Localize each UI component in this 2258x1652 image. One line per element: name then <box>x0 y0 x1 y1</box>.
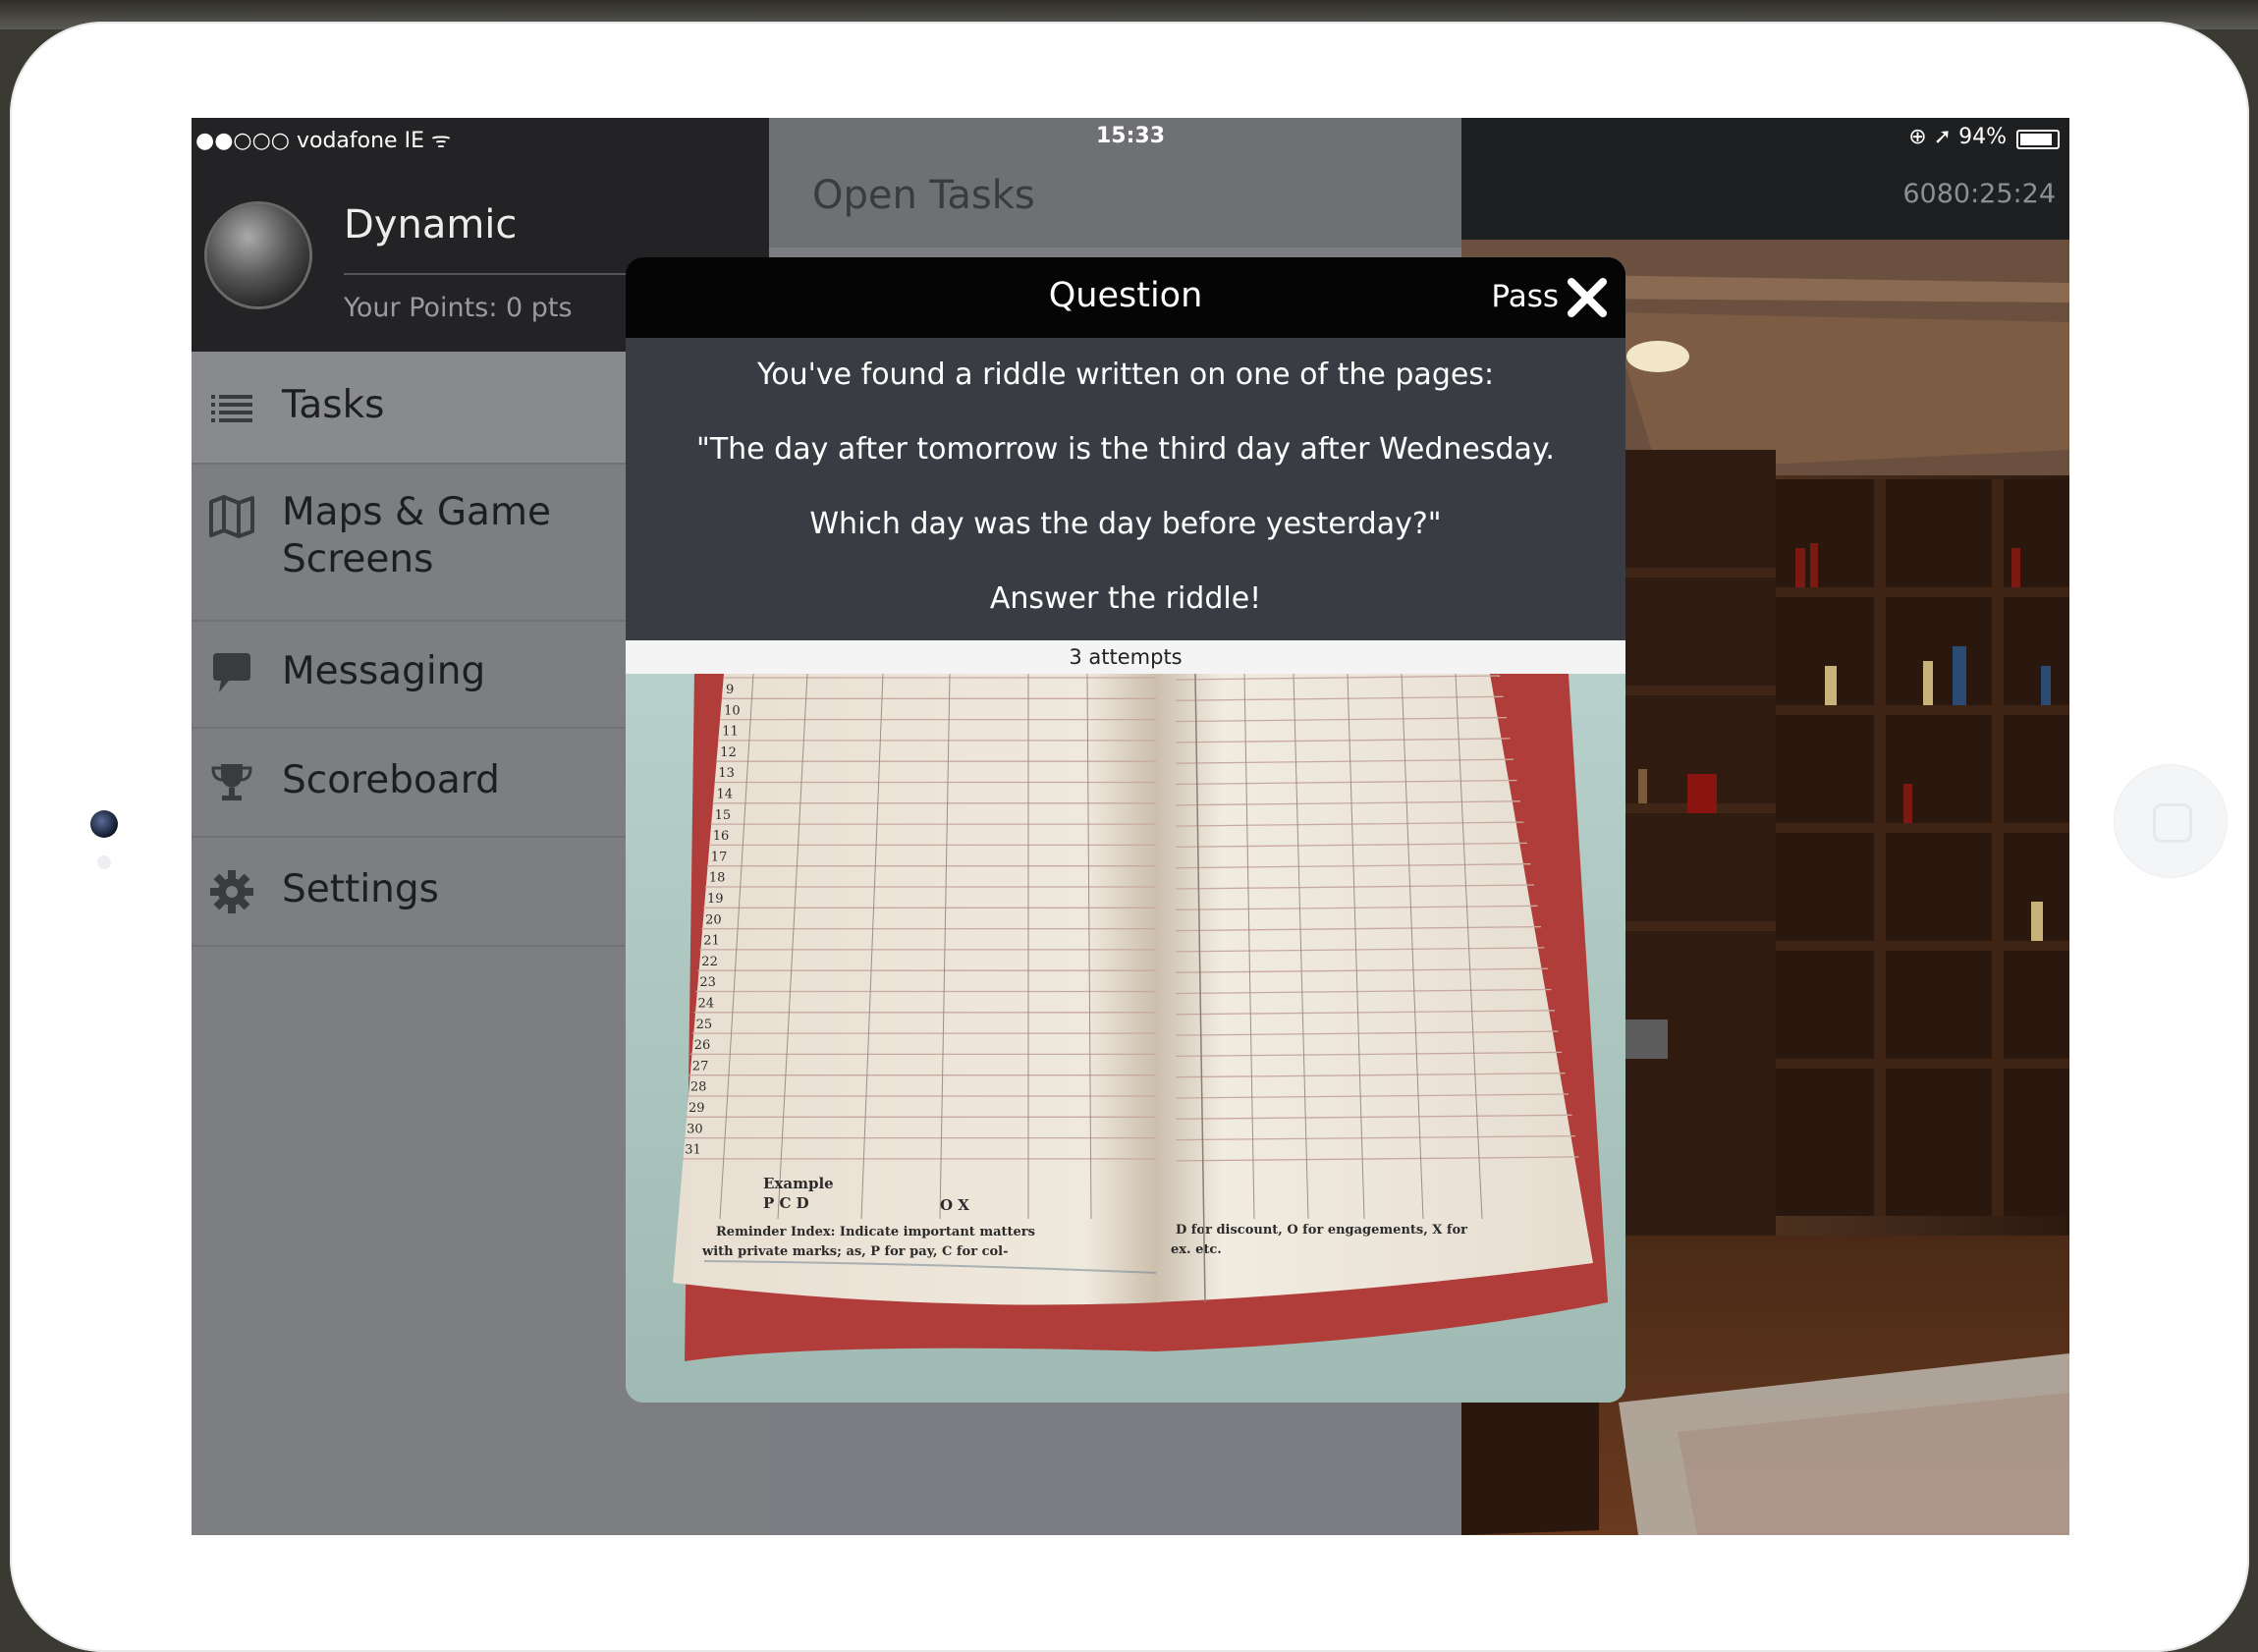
ledger-photo: 9 10 11 12 13 14 15 16 17 18 19 20 21 22 23 24 25 26 27 28 2… <box>626 674 1625 1403</box>
ledger-row-number: 23 <box>699 975 716 990</box>
sidebar-item-label: Scoreboard <box>282 758 500 802</box>
avatar[interactable] <box>207 204 309 306</box>
modal-header: Question Pass <box>626 257 1625 338</box>
map-icon <box>209 495 254 538</box>
sidebar-item-label: Messaging <box>282 649 486 693</box>
pass-label: Pass <box>1491 279 1559 314</box>
gear-icon <box>210 870 253 913</box>
ledger-row-number: 31 <box>685 1143 701 1158</box>
ledger-row-number: 21 <box>703 934 720 949</box>
ledger-row-number: 27 <box>692 1059 709 1074</box>
ledger-row-number: 24 <box>698 997 715 1012</box>
ledger-row-number: 25 <box>696 1018 713 1032</box>
ledger-row-number: 11 <box>722 725 739 740</box>
game-header: 6080:25:24 <box>1461 155 2069 240</box>
sidebar-item-label-line2: Screens <box>282 537 434 581</box>
battery-icon <box>2016 130 2060 149</box>
user-points: Your Points: 0 pts <box>344 293 573 323</box>
ledger-row-number: 12 <box>720 745 737 760</box>
question-line: "The day after tomorrow is the third day… <box>696 432 1555 467</box>
home-square-icon <box>2153 803 2192 843</box>
ledger-row-number: 26 <box>694 1038 711 1053</box>
user-name: Dynamic <box>344 202 518 248</box>
ledger-row-number: 30 <box>687 1122 703 1136</box>
ledger-ox: O X <box>940 1196 969 1214</box>
page-title: Open Tasks <box>812 173 1035 218</box>
ledger-row-number: 22 <box>701 955 718 969</box>
ledger-row-number: 29 <box>688 1101 705 1116</box>
sidebar-item-label-line1: Maps & Game <box>282 490 551 534</box>
ledger-footer-left-1: Reminder Index: Indicate important matte… <box>716 1225 1035 1239</box>
trophy-icon <box>211 764 252 800</box>
sidebar-item-label: Tasks <box>282 383 385 427</box>
task-list-header: Open Tasks <box>769 155 1461 248</box>
modal-title: Question <box>1048 276 1203 315</box>
front-camera <box>90 810 118 838</box>
list-icon <box>211 395 252 422</box>
sidebar-item-label: Settings <box>282 867 439 911</box>
ledger-row-number: 17 <box>711 850 728 864</box>
clock: 15:33 <box>1095 124 1166 148</box>
question-line: Answer the riddle! <box>989 581 1262 616</box>
attempts-counter: 3 attempts <box>626 640 1625 674</box>
ledger-row-number: 16 <box>713 829 730 844</box>
battery-percent: ⊕ ➚ 94% <box>1908 125 2007 149</box>
status-bar: ●●○○○ vodafone IE ᯤ 15:33 ⊕ ➚ 94% <box>192 118 2069 155</box>
close-icon[interactable] <box>1565 275 1610 320</box>
ledger-pcd: P C D <box>763 1194 809 1212</box>
ledger-row-number: 9 <box>726 683 734 697</box>
ledger-row-number: 13 <box>718 766 735 781</box>
ledger-row-number: 19 <box>707 892 724 907</box>
ledger-row-number: 15 <box>715 808 732 823</box>
question-line: You've found a riddle written on one of … <box>756 358 1495 392</box>
light-sensor <box>97 855 111 869</box>
ledger-footer-right: D for discount, O for engagements, X for <box>1176 1223 1467 1238</box>
ledger-footer-left-2: with private marks; as, P for pay, C for… <box>701 1244 1009 1259</box>
question-line: Which day was the day before yesterday?" <box>809 507 1442 541</box>
ledger-row-number: 18 <box>709 871 726 886</box>
question-text: You've found a riddle written on one of … <box>626 338 1625 640</box>
ledger-example-label: Example <box>763 1175 834 1192</box>
ledger-row-number: 28 <box>690 1080 707 1095</box>
home-button[interactable] <box>2115 765 2227 877</box>
ledger-footer-right-2: ex. etc. <box>1171 1242 1222 1257</box>
ledger-book: 9 10 11 12 13 14 15 16 17 18 19 20 21 22 23 24 25 26 27 28 2… <box>626 674 1625 1403</box>
game-timer: 6080:25:24 <box>1902 179 2056 209</box>
speech-bubble-icon <box>213 653 250 692</box>
question-modal: Question Pass You've found a riddle writ… <box>626 257 1625 1403</box>
ledger-row-number: 10 <box>724 703 741 718</box>
ledger-row-number: 14 <box>717 788 734 802</box>
app-screen: ●●○○○ vodafone IE ᯤ 15:33 ⊕ ➚ 94% Dynami… <box>192 118 2069 1535</box>
ledger-row-number: 20 <box>705 912 722 927</box>
